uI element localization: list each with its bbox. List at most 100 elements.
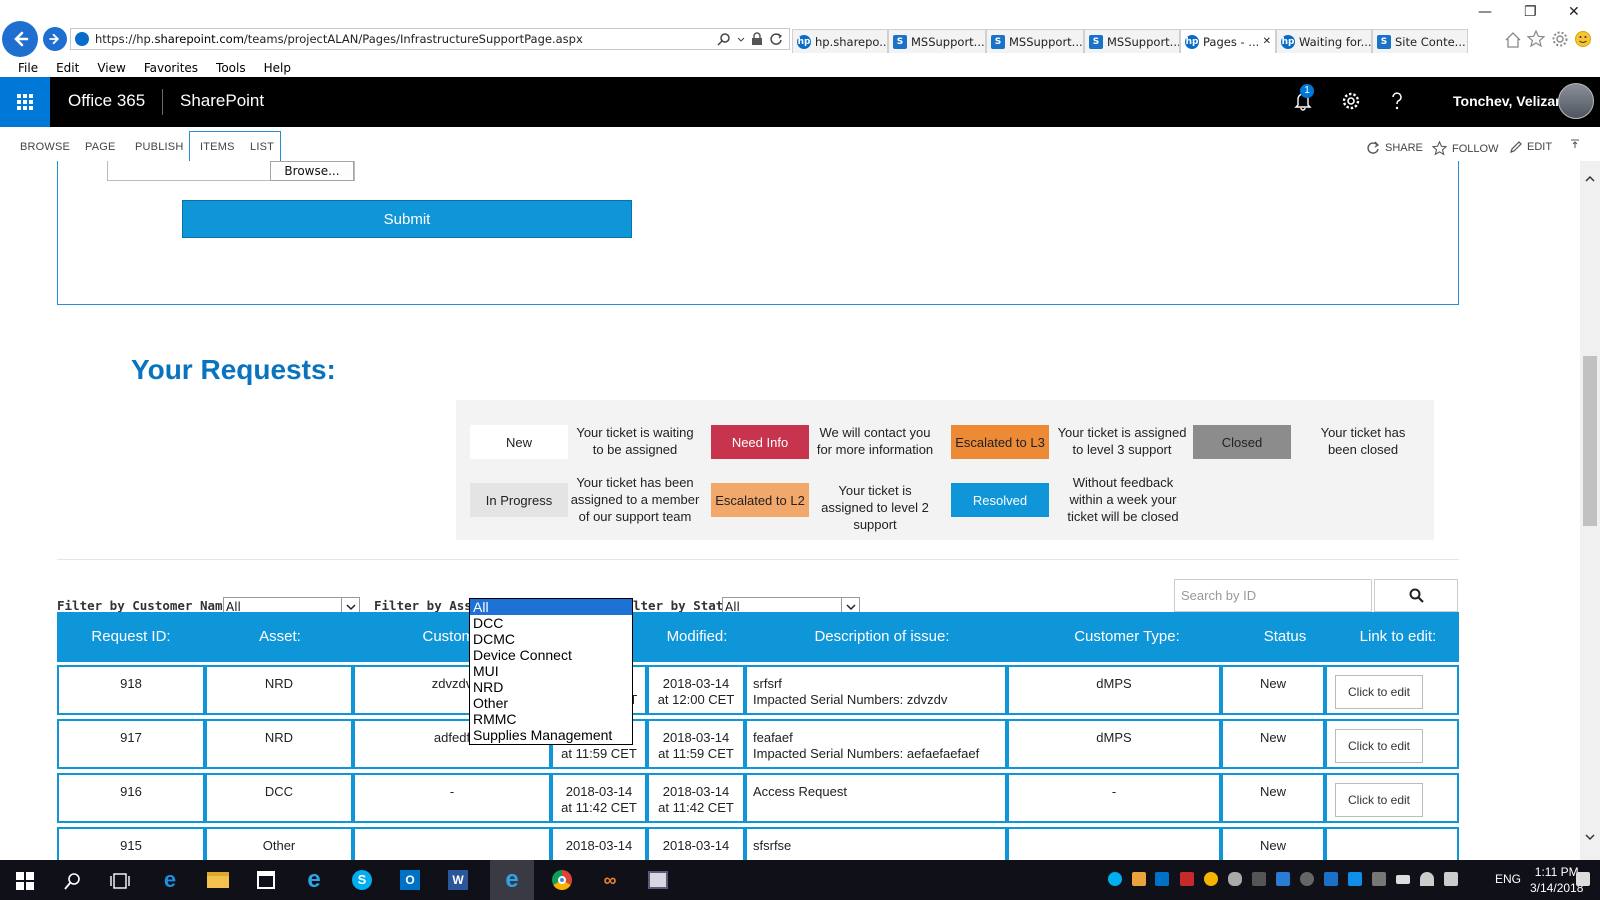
- focus-content-icon[interactable]: [1570, 139, 1580, 149]
- skype-icon[interactable]: S: [350, 868, 374, 892]
- menu-view[interactable]: View: [88, 58, 134, 77]
- remote-desktop-icon[interactable]: [646, 868, 670, 892]
- mail-tray-icon[interactable]: [1132, 872, 1146, 886]
- outlook-icon[interactable]: O: [398, 868, 422, 892]
- close-tab-icon[interactable]: ✕: [1263, 36, 1271, 47]
- browse-button[interactable]: Browse...: [270, 161, 354, 181]
- refresh-icon[interactable]: [769, 32, 783, 46]
- cell-asset: NRD: [205, 719, 353, 769]
- tab-list[interactable]: LIST: [250, 141, 274, 153]
- battery-icon[interactable]: [1396, 875, 1410, 884]
- search-icon[interactable]: [717, 32, 731, 46]
- edit-link-button[interactable]: Click to edit: [1335, 783, 1423, 817]
- asset-option[interactable]: Other: [470, 695, 632, 711]
- cloud-icon[interactable]: [1228, 872, 1242, 886]
- shield-icon[interactable]: [1180, 872, 1194, 886]
- search-button[interactable]: [1374, 579, 1458, 612]
- brand-label[interactable]: Office 365: [68, 91, 145, 111]
- outlook-tray-icon[interactable]: [1155, 872, 1169, 886]
- bluetooth-icon[interactable]: [1324, 872, 1338, 886]
- edge-icon[interactable]: e: [158, 867, 182, 892]
- internet-explorer-icon[interactable]: e: [302, 866, 326, 893]
- file-explorer-icon[interactable]: [206, 868, 230, 892]
- menu-help[interactable]: Help: [255, 58, 300, 77]
- scrollbar-thumb[interactable]: [1583, 356, 1597, 526]
- menu-edit[interactable]: Edit: [47, 58, 88, 77]
- cell-text: dMPS: [1096, 730, 1132, 745]
- windows-start-icon[interactable]: [16, 872, 34, 890]
- settings-gear-icon[interactable]: [1341, 91, 1361, 111]
- follow-button[interactable]: FOLLOW: [1432, 141, 1498, 156]
- menu-file[interactable]: File: [0, 58, 47, 77]
- menu-favorites[interactable]: Favorites: [135, 58, 207, 77]
- edit-page-button[interactable]: EDIT: [1510, 141, 1552, 153]
- chrome-tray-icon[interactable]: [1204, 872, 1218, 886]
- address-bar[interactable]: https://hp.sharepoint.com/teams/projectA…: [70, 28, 790, 50]
- browser-tab[interactable]: hp Pages - ... ✕: [1180, 29, 1276, 53]
- asset-option[interactable]: DCMC: [470, 631, 632, 647]
- teamviewer-icon[interactable]: [1348, 872, 1362, 886]
- asset-option[interactable]: RMMC: [470, 711, 632, 727]
- back-button[interactable]: [2, 21, 38, 57]
- lock-icon[interactable]: [751, 32, 763, 46]
- task-view-icon[interactable]: [110, 872, 130, 890]
- avatar[interactable]: [1558, 83, 1594, 119]
- edit-link-button[interactable]: Click to edit: [1335, 675, 1423, 709]
- forward-button[interactable]: [43, 27, 67, 51]
- tab-browse[interactable]: BROWSE: [20, 141, 70, 153]
- restore-button[interactable]: ❐: [1524, 4, 1537, 20]
- browser-tab[interactable]: S MSSupport...: [1084, 29, 1180, 53]
- visual-studio-icon[interactable]: ∞: [598, 868, 622, 892]
- submit-button[interactable]: Submit: [182, 200, 632, 238]
- hp-icon: hp: [1185, 34, 1199, 49]
- asset-option[interactable]: MUI: [470, 663, 632, 679]
- scroll-up-icon[interactable]: [1585, 175, 1595, 183]
- user-name[interactable]: Tonchev, Velizar: [1453, 93, 1561, 109]
- share-button[interactable]: SHARE: [1366, 141, 1423, 155]
- scroll-down-icon[interactable]: [1585, 833, 1595, 841]
- browser-tab[interactable]: hp hp.sharepo...: [792, 29, 888, 53]
- favorites-star-icon[interactable]: [1527, 30, 1545, 48]
- home-icon[interactable]: [1504, 31, 1522, 49]
- asset-option[interactable]: NRD: [470, 679, 632, 695]
- language-indicator[interactable]: ENG: [1495, 872, 1521, 886]
- skype-tray-icon[interactable]: [1108, 872, 1122, 886]
- asset-option[interactable]: DCC: [470, 615, 632, 631]
- smiley-icon[interactable]: [1574, 30, 1592, 48]
- it-tray-icon[interactable]: [1276, 872, 1290, 886]
- bs-tray-icon[interactable]: [1252, 872, 1266, 886]
- tab-publish[interactable]: PUBLISH: [135, 141, 183, 153]
- network-status-icon[interactable]: [1300, 872, 1314, 886]
- asset-filter-dropdown[interactable]: All DCC DCMC Device Connect MUI NRD Other RMMC S…: [469, 598, 633, 745]
- search-input[interactable]: Search by ID: [1174, 579, 1372, 612]
- tab-items[interactable]: ITEMS: [200, 141, 235, 153]
- store-icon[interactable]: [254, 868, 278, 892]
- app-label[interactable]: SharePoint: [180, 91, 264, 111]
- search-icon[interactable]: [64, 872, 82, 890]
- volume-icon[interactable]: [1444, 872, 1458, 886]
- usb-icon[interactable]: [1372, 872, 1386, 886]
- close-window-button[interactable]: ✕: [1568, 4, 1580, 20]
- gear-icon[interactable]: [1551, 30, 1569, 48]
- menu-tools[interactable]: Tools: [207, 58, 255, 77]
- edit-link-button[interactable]: Click to edit: [1335, 729, 1423, 763]
- help-icon[interactable]: [1390, 91, 1404, 111]
- cell-text: srfsrf: [753, 676, 782, 691]
- tab-page[interactable]: PAGE: [85, 141, 116, 153]
- chrome-icon[interactable]: [550, 868, 574, 892]
- browser-tab[interactable]: S MSSupport...: [888, 29, 986, 53]
- app-launcher-icon[interactable]: [0, 77, 50, 127]
- wifi-icon[interactable]: [1420, 872, 1434, 886]
- word-icon[interactable]: W: [446, 868, 470, 892]
- internet-explorer-active-icon[interactable]: e: [490, 860, 534, 900]
- browser-tab[interactable]: hp Waiting for...: [1276, 29, 1372, 53]
- browser-tab[interactable]: S MSSupport...: [986, 29, 1084, 53]
- action-center-icon[interactable]: [1576, 872, 1590, 886]
- minimize-button[interactable]: —: [1478, 4, 1492, 20]
- vertical-scrollbar[interactable]: [1580, 161, 1600, 861]
- asset-option[interactable]: All: [470, 599, 632, 615]
- asset-option[interactable]: Supplies Management: [470, 727, 632, 743]
- asset-option[interactable]: Device Connect: [470, 647, 632, 663]
- browser-tab[interactable]: S Site Conte...: [1372, 29, 1468, 53]
- dropdown-icon[interactable]: [737, 32, 745, 46]
